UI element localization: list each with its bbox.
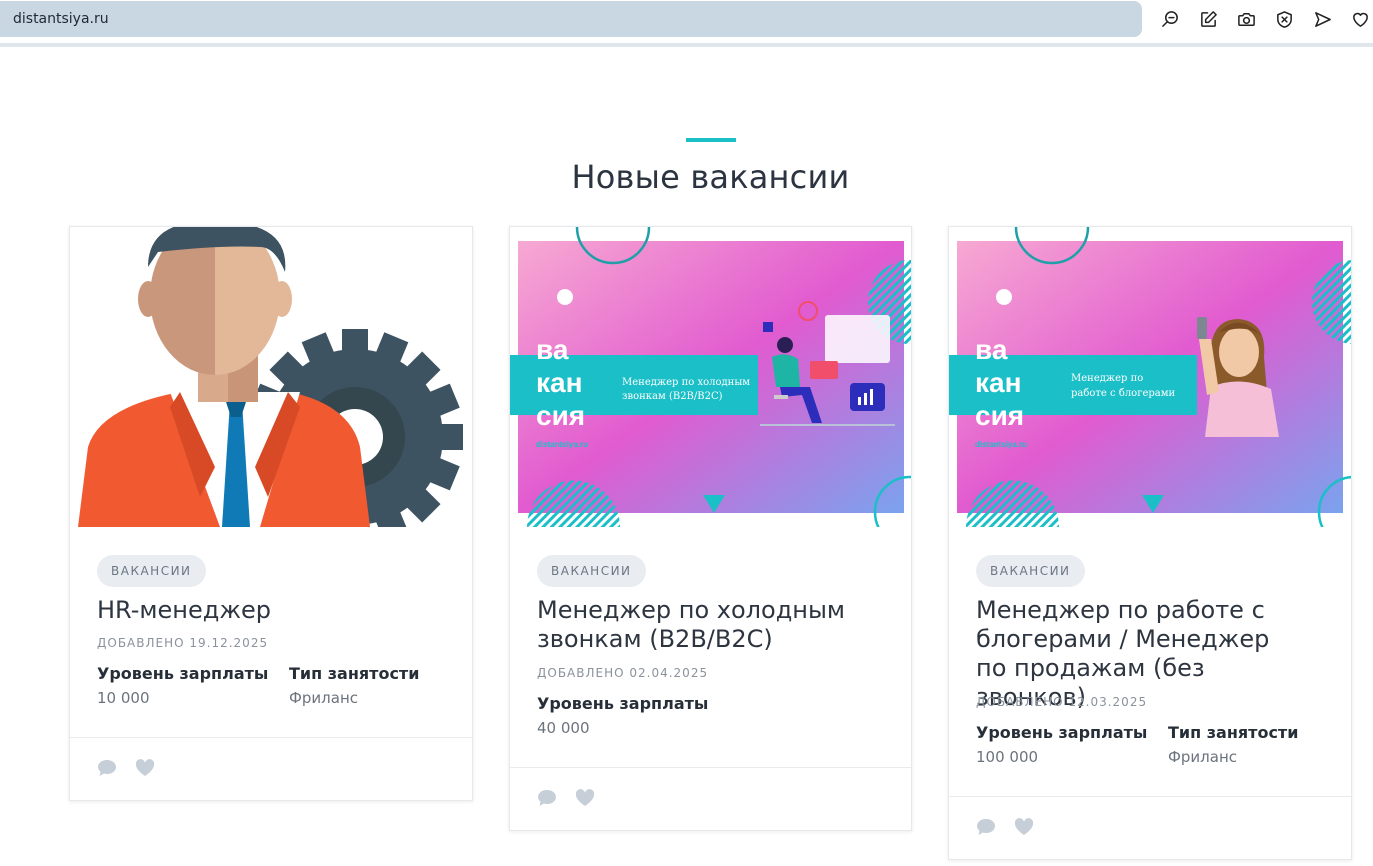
card-actions	[976, 818, 1034, 836]
section-title: Новые вакансии	[571, 158, 850, 196]
camera-icon[interactable]	[1234, 8, 1258, 30]
like-icon[interactable]	[135, 759, 155, 777]
salary-value: 10 000	[97, 689, 150, 707]
vacancy-card[interactable]: ва кан сия Менеджер по холодным звонкам (B2…	[509, 226, 912, 831]
card-actions	[97, 759, 155, 777]
shield-icon[interactable]	[1272, 8, 1296, 30]
salary-label: Уровень зарплаты	[976, 723, 1148, 742]
vacancy-image[interactable]: ва кан сия Менеджер по холодным звонкам (B2…	[510, 227, 911, 527]
like-icon[interactable]	[1014, 818, 1034, 836]
vacancy-date: Добавлено 19.12.2025	[97, 636, 269, 650]
vacancy-date: Добавлено 02.04.2025	[537, 666, 709, 680]
heading-accent-line	[686, 138, 736, 142]
image-site: distantsiya.ru	[975, 440, 1027, 449]
vacancy-meta: Уровень зарплаты 40 000	[537, 694, 729, 737]
image-site: distantsiya.ru	[536, 440, 588, 449]
comment-icon[interactable]	[97, 759, 117, 777]
vacancy-image[interactable]: ва кан сия Менеджер по работе с блогерами d…	[949, 227, 1351, 527]
vacancy-meta: Уровень зарплаты 100 000 Тип занятости Ф…	[976, 723, 1360, 766]
vacancy-card[interactable]: ва кан сия Менеджер по работе с блогерами d…	[948, 226, 1352, 860]
vacancy-date: Добавлено 12.03.2025	[976, 695, 1148, 709]
comment-icon[interactable]	[537, 789, 557, 807]
employment-type-label: Тип занятости	[1168, 723, 1299, 742]
address-bar[interactable]: distantsiya.ru	[0, 1, 1142, 37]
card-divider	[70, 737, 472, 738]
toolbar-icons	[1158, 8, 1372, 30]
zoom-icon[interactable]	[1158, 8, 1182, 30]
category-badge[interactable]: ВАКАНСИИ	[97, 555, 206, 587]
card-divider	[949, 796, 1351, 797]
send-icon[interactable]	[1310, 8, 1334, 30]
salary-value: 100 000	[976, 748, 1039, 766]
card-actions	[537, 789, 595, 807]
employment-type-label: Тип занятости	[289, 664, 420, 683]
salary-label: Уровень зарплаты	[97, 664, 269, 683]
like-icon[interactable]	[575, 789, 595, 807]
edit-icon[interactable]	[1196, 8, 1220, 30]
vacancy-meta: Уровень зарплаты 10 000 Тип занятости Фр…	[97, 664, 481, 707]
employment-type-value: Фриланс	[1168, 748, 1238, 766]
category-badge[interactable]: ВАКАНСИИ	[976, 555, 1085, 587]
vacancy-card[interactable]: ВАКАНСИИ HR-менеджер Добавлено 19.12.202…	[69, 226, 473, 801]
salary-label: Уровень зарплаты	[537, 694, 709, 713]
salary-value: 40 000	[537, 719, 590, 737]
vacancy-title[interactable]: HR-менеджер	[97, 596, 452, 625]
vacancy-image[interactable]	[70, 227, 472, 527]
toolbar-divider	[0, 43, 1373, 47]
browser-toolbar: distantsiya.ru	[0, 0, 1373, 48]
employment-type-value: Фриланс	[289, 689, 359, 707]
category-badge[interactable]: ВАКАНСИИ	[537, 555, 646, 587]
address-text: distantsiya.ru	[13, 11, 109, 27]
heart-icon[interactable]	[1348, 8, 1372, 30]
vacancy-title[interactable]: Менеджер по холодным звонкам (B2B/B2C)	[537, 596, 871, 654]
card-divider	[510, 767, 911, 768]
comment-icon[interactable]	[976, 818, 996, 836]
